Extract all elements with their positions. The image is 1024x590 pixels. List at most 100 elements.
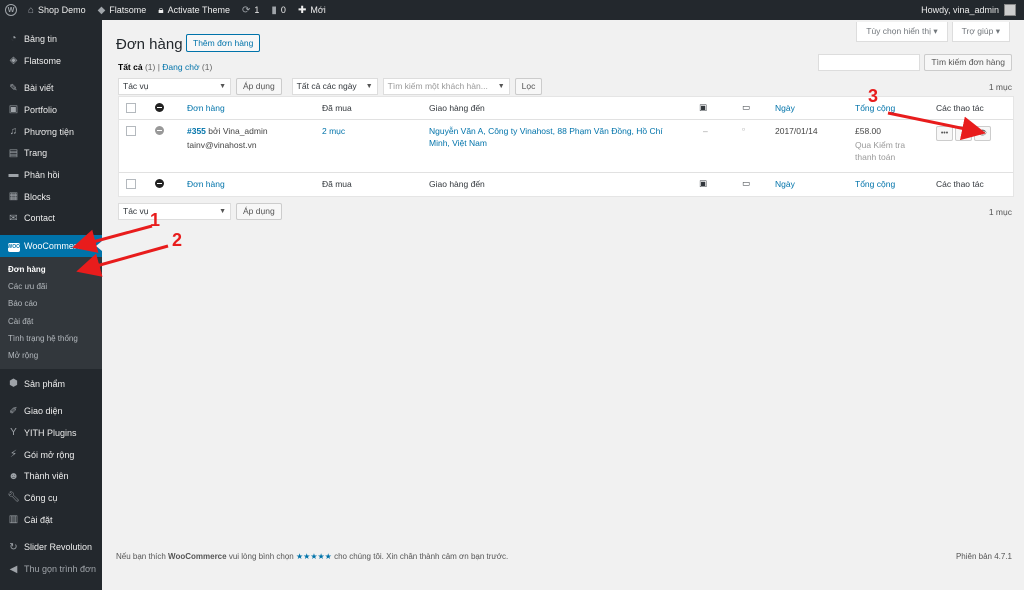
screen-meta-links: Tùy chọn hiển thị ▾ Trợ giúp ▾	[856, 22, 1010, 42]
column-total-footer[interactable]: Tổng cộng	[855, 179, 895, 189]
column-actions-footer: Các thao tác	[936, 179, 984, 189]
status-column-icon	[155, 179, 164, 190]
brush-icon: ✐	[9, 405, 18, 417]
chevron-down-icon: ▼	[365, 83, 373, 90]
more-actions-button[interactable]: •••	[936, 126, 953, 141]
flatsome-icon: ◆	[97, 4, 106, 16]
column-ship-to-footer: Giao hàng đến	[429, 179, 485, 189]
submenu-reports[interactable]: Báo cáo	[0, 295, 102, 312]
row-checkbox[interactable]	[126, 126, 136, 138]
home-icon: ⌂	[28, 4, 35, 16]
comments-link[interactable]: ▮ 0	[265, 0, 292, 20]
column-date-footer[interactable]: Ngày	[775, 179, 795, 189]
shipping-address-line1[interactable]: Nguyễn Văn A, Công ty Vinahost, 88 Phạm …	[429, 126, 663, 136]
collapse-icon: ◀	[9, 563, 18, 575]
filter-button[interactable]: Lọc	[514, 78, 543, 95]
select-all-checkbox-bottom[interactable]	[126, 179, 136, 191]
users-icon: ☻	[8, 470, 19, 482]
order-actions: ••• 👁	[936, 126, 991, 141]
status-filter-links: Tất cả (1) | Đang chờ (1)	[118, 62, 213, 72]
submenu-settings[interactable]: Cài đặt	[0, 313, 102, 330]
plugin-icon: ⚡︎	[9, 449, 18, 461]
screen-options-button[interactable]: Tùy chọn hiển thị ▾	[856, 22, 948, 42]
howdy-text: Howdy, vina_admin	[921, 5, 999, 15]
avatar	[1004, 4, 1016, 16]
shipping-address-line2[interactable]: Minh, Việt Nam	[429, 138, 487, 148]
activate-theme-link[interactable]: 🔒︎ Activate Theme	[152, 0, 236, 20]
portfolio-icon: ▣	[8, 104, 19, 116]
select-all-checkbox[interactable]	[126, 103, 136, 115]
search-orders-button[interactable]: Tìm kiếm đơn hàng	[924, 54, 1012, 71]
apply-bulk-button-bottom[interactable]: Áp dụng	[236, 203, 282, 220]
customer-email: tainv@vinahost.vn	[187, 140, 257, 150]
sidebar-item-yith[interactable]: Y YITH Plugins	[0, 422, 102, 444]
filter-pending[interactable]: Đang chờ	[162, 62, 199, 72]
submenu-coupons[interactable]: Các ưu đãi	[0, 278, 102, 295]
mail-icon: ✉	[9, 212, 18, 224]
sidebar-item-posts[interactable]: ✎ Bài viết	[0, 77, 102, 99]
customer-note-value: –	[703, 126, 708, 136]
sidebar-item-settings[interactable]: ▥ Cài đặt	[0, 509, 102, 531]
sidebar-item-contact[interactable]: ✉ Contact	[0, 208, 102, 230]
sidebar-item-media[interactable]: ♫ Phương tiện	[0, 121, 102, 143]
date-filter-select[interactable]: Tất cả các ngày ▼	[291, 78, 378, 95]
sidebar-item-woocommerce[interactable]: WOO WooCommerce	[0, 235, 102, 257]
sidebar-item-blocks[interactable]: ▦ Blocks	[0, 186, 102, 208]
wordpress-logo-icon[interactable]: W	[0, 0, 22, 20]
add-order-button[interactable]: Thêm đơn hàng	[186, 34, 261, 52]
submenu-extensions[interactable]: Mở rộng	[0, 347, 102, 364]
sidebar-item-pages[interactable]: ▤ Trang	[0, 142, 102, 164]
submenu-system-status[interactable]: Tình trạng hệ thống	[0, 330, 102, 347]
bulk-action-select[interactable]: Tác vụ ▼	[118, 78, 231, 95]
column-order[interactable]: Đơn hàng	[187, 103, 225, 113]
column-ship-to: Giao hàng đến	[429, 103, 485, 113]
new-content-link[interactable]: ✚ Mới	[292, 0, 332, 20]
comment-icon: ▮	[271, 4, 277, 16]
complete-order-button[interactable]	[955, 126, 972, 141]
annotation-1: 1	[150, 210, 161, 230]
annotation-2: 2	[172, 230, 183, 250]
settings-icon: ▥	[8, 514, 19, 526]
sidebar-item-products[interactable]: ⬢ Sản phẩm	[0, 373, 102, 395]
bulk-action-select-bottom[interactable]: Tác vụ ▼	[118, 203, 231, 220]
sidebar-collapse-menu[interactable]: ◀ Thu gọn trình đơn	[0, 558, 102, 580]
chevron-down-icon: ▼	[219, 208, 226, 215]
site-name-link[interactable]: ⌂ Shop Demo	[22, 0, 92, 20]
theme-link[interactable]: ◆ Flatsome	[92, 0, 153, 20]
order-search-input[interactable]	[818, 54, 921, 71]
sidebar-item-flatsome[interactable]: ◈ Flatsome	[0, 50, 102, 72]
footer-text: Nếu bạn thích WooCommerce vui lòng bình …	[116, 552, 509, 561]
updates-link[interactable]: ⟳ 1	[236, 0, 265, 20]
sidebar-item-comments[interactable]: ▬ Phản hồi	[0, 164, 102, 186]
order-note-icon: ▫	[742, 124, 746, 134]
table-header: Đơn hàng Đã mua Giao hàng đến ▣ ▭ Ngày T…	[119, 97, 1013, 120]
status-column-icon	[155, 103, 164, 114]
table-row: #355 bởi Vina_admin tainv@vinahost.vn 2 …	[119, 120, 1013, 173]
purchased-items-link[interactable]: 2 mục	[322, 126, 345, 136]
account-menu[interactable]: Howdy, vina_admin	[921, 4, 1024, 16]
sidebar-item-plugins[interactable]: ⚡︎ Gói mở rộng	[0, 444, 102, 466]
sidebar-item-dashboard[interactable]: ◔ Bảng tin	[0, 28, 102, 50]
blocks-icon: ▦	[8, 191, 19, 203]
order-link[interactable]: #355	[187, 126, 206, 136]
submenu-orders[interactable]: Đơn hàng	[0, 261, 102, 278]
sidebar-item-slider-revolution[interactable]: ↻ Slider Revolution	[0, 536, 102, 558]
refresh-icon: ⟳	[242, 4, 251, 16]
filter-all[interactable]: Tất cả	[118, 62, 143, 72]
column-date[interactable]: Ngày	[775, 103, 795, 113]
help-button[interactable]: Trợ giúp ▾	[951, 22, 1010, 42]
sidebar-item-users[interactable]: ☻ Thành viên	[0, 465, 102, 487]
sidebar-item-portfolio[interactable]: ▣ Portfolio	[0, 99, 102, 121]
column-order-footer[interactable]: Đơn hàng	[187, 179, 225, 189]
sidebar-item-appearance[interactable]: ✐ Giao diện	[0, 400, 102, 422]
rating-stars-link[interactable]: ★★★★★	[296, 552, 332, 561]
plus-icon: ✚	[297, 4, 307, 16]
sidebar-item-tools[interactable]: 🔧︎ Công cụ	[0, 487, 102, 509]
customer-search-select[interactable]: Tìm kiếm một khách hàn... ▼	[382, 78, 510, 95]
order-total: £58.00	[855, 126, 881, 136]
column-actions: Các thao tác	[936, 103, 984, 113]
order-note-column-icon: ▭	[742, 178, 751, 188]
apply-bulk-button[interactable]: Áp dụng	[236, 78, 282, 95]
view-order-button[interactable]: 👁	[974, 126, 991, 141]
slider-icon: ↻	[9, 541, 18, 553]
